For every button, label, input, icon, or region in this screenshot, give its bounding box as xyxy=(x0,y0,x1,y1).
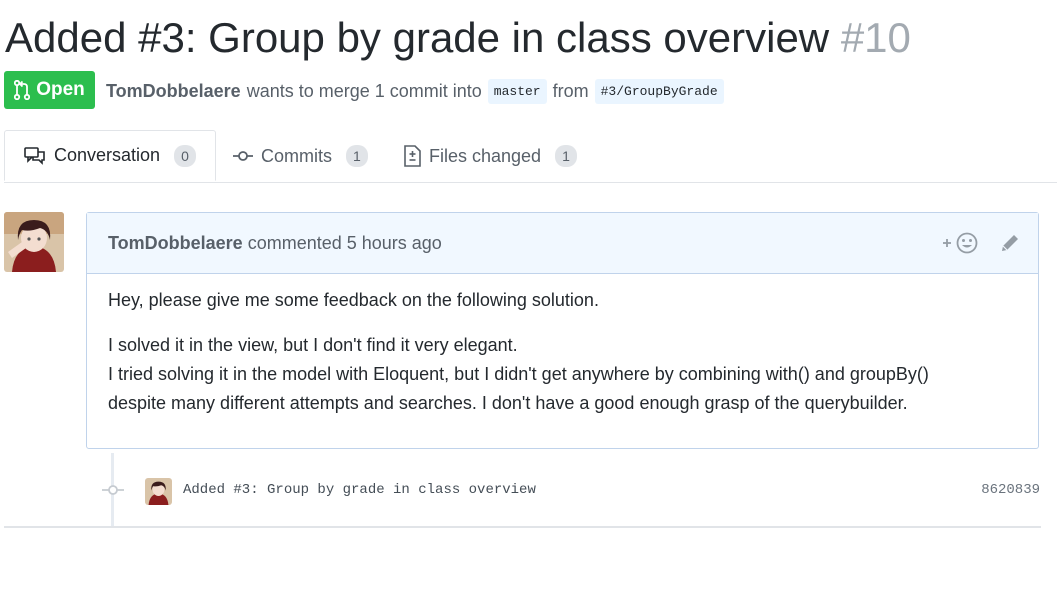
avatar-image xyxy=(145,478,172,505)
avatar-image xyxy=(4,212,64,272)
tab-conversation[interactable]: Conversation 0 xyxy=(4,130,216,181)
commit-message-link[interactable]: Added #3: Group by grade in class overvi… xyxy=(183,482,536,498)
comment-actions xyxy=(942,231,1020,260)
comment-line: I tried solving it in the model with Elo… xyxy=(108,364,929,384)
file-diff-icon xyxy=(404,145,421,167)
comment-author-link[interactable]: TomDobbelaere xyxy=(108,233,243,254)
head-branch[interactable]: #3/GroupByGrade xyxy=(594,78,724,104)
pr-tabs: Conversation 0 Commits 1 Files changed 1 xyxy=(4,130,1057,183)
comment-paragraph: I solved it in the view, but I don't fin… xyxy=(108,331,1017,418)
base-branch[interactable]: master xyxy=(487,78,547,104)
tab-label: Commits xyxy=(261,145,332,166)
comment-paragraph: Hey, please give me some feedback on the… xyxy=(108,290,599,310)
tab-files-changed[interactable]: Files changed 1 xyxy=(403,130,577,182)
tab-commits[interactable]: Commits 1 xyxy=(233,130,368,182)
pr-meta: TomDobbelaere wants to merge 1 commit in… xyxy=(106,72,730,110)
pr-title-text: Added #3: Group by grade in class overvi… xyxy=(5,14,830,61)
add-reaction-button[interactable] xyxy=(942,231,980,260)
git-commit-icon xyxy=(233,151,253,161)
comment-action: commented xyxy=(247,232,342,253)
comment-header: TomDobbelaere commented 5 hours ago xyxy=(87,213,1038,274)
pr-meta-from: from xyxy=(552,80,589,101)
git-commit-icon xyxy=(102,482,124,503)
comment-timestamp-link[interactable]: 5 hours ago xyxy=(347,233,442,254)
comment-discussion-icon xyxy=(24,146,45,165)
git-pull-request-icon xyxy=(14,80,31,100)
comment-line: I solved it in the view, but I don't fin… xyxy=(108,335,518,355)
tab-counter: 1 xyxy=(346,145,368,167)
pr-meta-text: wants to merge 1 commit into xyxy=(246,80,482,101)
smiley-add-icon xyxy=(943,232,978,254)
status-label: Open xyxy=(36,79,85,100)
comment-line: despite many different attempts and sear… xyxy=(108,393,908,413)
pr-number: #10 xyxy=(840,14,911,61)
edit-comment-button[interactable] xyxy=(1000,233,1020,258)
tab-counter: 0 xyxy=(174,144,196,167)
tab-label: Files changed xyxy=(429,145,542,166)
avatar[interactable] xyxy=(4,212,64,272)
commit-author-avatar[interactable] xyxy=(145,478,172,505)
pr-title: Added #3: Group by grade in class overvi… xyxy=(5,12,911,64)
pr-author-link[interactable]: TomDobbelaere xyxy=(106,81,241,102)
tab-counter: 1 xyxy=(555,145,577,167)
pencil-icon xyxy=(1002,235,1018,251)
comment-body: Hey, please give me some feedback on the… xyxy=(87,274,1038,418)
status-badge: Open xyxy=(4,71,95,109)
tab-label: Conversation xyxy=(54,145,161,165)
divider xyxy=(4,526,1041,528)
commit-sha-link[interactable]: 8620839 xyxy=(981,482,1040,498)
comment-card: TomDobbelaere commented 5 hours ago Hey,… xyxy=(86,212,1039,449)
